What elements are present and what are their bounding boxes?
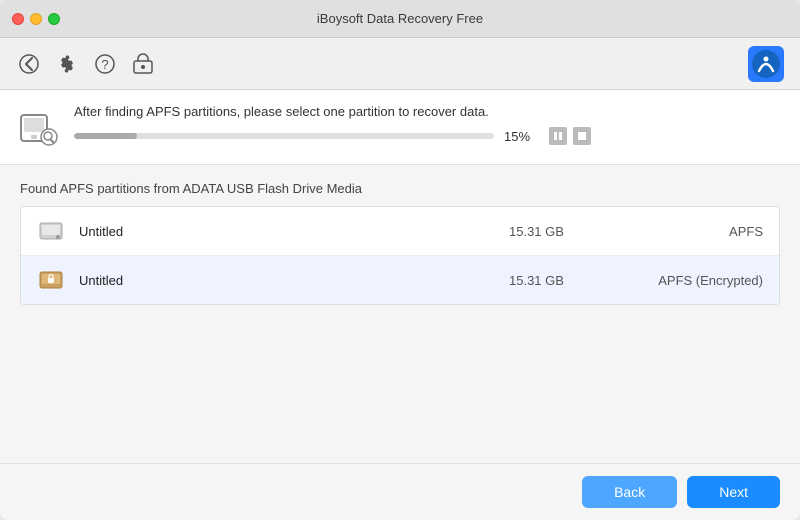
maximize-button[interactable] xyxy=(48,13,60,25)
toolbar-left: ? xyxy=(16,51,156,77)
partition-list: Untitled 15.31 GB APFS xyxy=(20,206,780,305)
status-right: After finding APFS partitions, please se… xyxy=(74,104,780,145)
svg-text:?: ? xyxy=(101,57,108,72)
brand-logo xyxy=(748,46,784,82)
window-title: iBoysoft Data Recovery Free xyxy=(317,11,483,26)
pause-button[interactable] xyxy=(549,127,567,145)
partition-name-1: Untitled xyxy=(79,224,495,239)
minimize-button[interactable] xyxy=(30,13,42,25)
footer: Back Next xyxy=(0,463,800,520)
drive-icon xyxy=(37,217,65,245)
partition-type-2: APFS (Encrypted) xyxy=(623,273,763,288)
next-button[interactable]: Next xyxy=(687,476,780,508)
table-row[interactable]: Untitled 15.31 GB APFS (Encrypted) xyxy=(21,256,779,304)
progress-row: 15% xyxy=(74,127,780,145)
scan-icon xyxy=(16,106,60,150)
main-window: ? xyxy=(0,38,800,520)
title-bar: iBoysoft Data Recovery Free xyxy=(0,0,800,38)
back-icon[interactable] xyxy=(16,51,42,77)
partition-size-2: 15.31 GB xyxy=(509,273,609,288)
settings-icon[interactable] xyxy=(54,51,80,77)
back-button[interactable]: Back xyxy=(582,476,677,508)
progress-percent: 15% xyxy=(504,129,539,144)
results-header: Found APFS partitions from ADATA USB Fla… xyxy=(20,181,780,196)
progress-track xyxy=(74,133,494,139)
partition-size-1: 15.31 GB xyxy=(509,224,609,239)
store-icon[interactable] xyxy=(130,51,156,77)
status-message: After finding APFS partitions, please se… xyxy=(74,104,780,119)
close-button[interactable] xyxy=(12,13,24,25)
progress-fill xyxy=(74,133,137,139)
table-row[interactable]: Untitled 15.31 GB APFS xyxy=(21,207,779,256)
status-section: After finding APFS partitions, please se… xyxy=(0,90,800,165)
help-icon[interactable]: ? xyxy=(92,51,118,77)
traffic-lights xyxy=(12,13,60,25)
toolbar: ? xyxy=(0,38,800,90)
partition-name-2: Untitled xyxy=(79,273,495,288)
results-section: Found APFS partitions from ADATA USB Fla… xyxy=(0,165,800,463)
content-area: After finding APFS partitions, please se… xyxy=(0,90,800,463)
drive-locked-icon xyxy=(37,266,65,294)
partition-type-1: APFS xyxy=(623,224,763,239)
progress-controls xyxy=(549,127,591,145)
stop-button[interactable] xyxy=(573,127,591,145)
